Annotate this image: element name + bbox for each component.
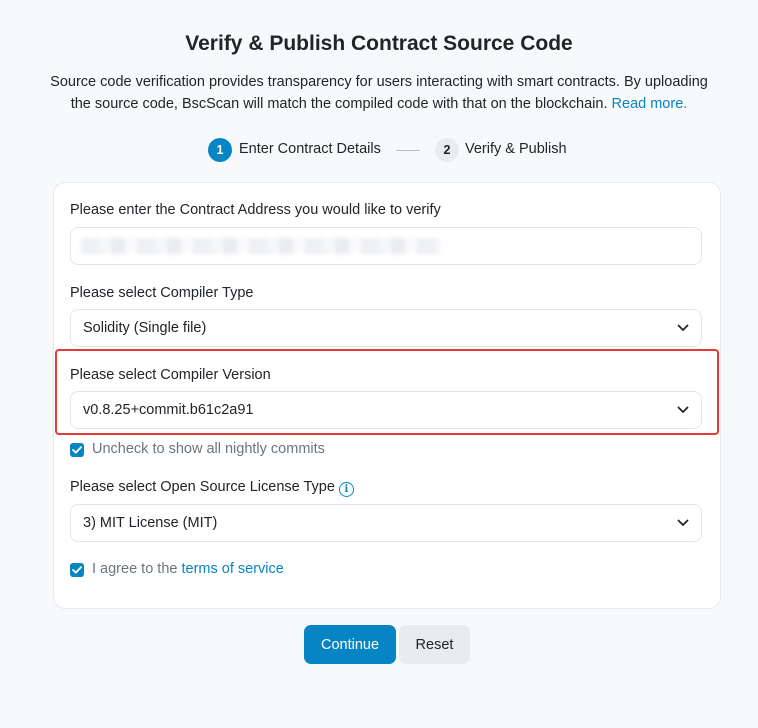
license-label: Please select Open Source License Type i bbox=[70, 479, 354, 497]
continue-button[interactable]: Continue bbox=[304, 625, 396, 664]
read-more-link[interactable]: Read more. bbox=[612, 96, 688, 112]
nightly-checkbox[interactable] bbox=[70, 443, 84, 457]
license-type-select[interactable]: 3) MIT License (MIT) bbox=[70, 504, 702, 542]
agree-terms-label: I agree to the terms of service bbox=[92, 561, 284, 577]
nightly-checkbox-label: Uncheck to show all nightly commits bbox=[92, 441, 325, 457]
step-2-number: 2 bbox=[435, 138, 459, 162]
step-2-label: Verify & Publish bbox=[465, 141, 567, 157]
reset-button[interactable]: Reset bbox=[399, 625, 470, 664]
verify-form-card: Please enter the Contract Address you wo… bbox=[53, 182, 721, 609]
step-1-label: Enter Contract Details bbox=[239, 141, 381, 157]
checkmark-icon bbox=[72, 566, 82, 574]
redacted-address bbox=[81, 238, 441, 254]
compiler-version-value: v0.8.25+commit.b61c2a91 bbox=[83, 402, 254, 418]
contract-address-input[interactable] bbox=[70, 227, 702, 265]
stepper: 1 Enter Contract Details 2 Verify & Publ… bbox=[0, 138, 758, 162]
info-icon[interactable]: i bbox=[338, 482, 354, 497]
step-divider bbox=[396, 150, 420, 151]
agree-terms-checkbox[interactable] bbox=[70, 563, 84, 577]
compiler-type-label: Please select Compiler Type bbox=[70, 285, 254, 301]
license-type-value: 3) MIT License (MIT) bbox=[83, 515, 218, 531]
license-label-text: Please select Open Source License Type bbox=[70, 479, 335, 495]
description-text: Source code verification provides transp… bbox=[50, 74, 708, 112]
address-label: Please enter the Contract Address you wo… bbox=[70, 202, 441, 218]
page-description: Source code verification provides transp… bbox=[40, 71, 718, 115]
compiler-version-label: Please select Compiler Version bbox=[70, 367, 271, 383]
compiler-type-value: Solidity (Single file) bbox=[83, 320, 207, 336]
compiler-version-select[interactable]: v0.8.25+commit.b61c2a91 bbox=[70, 391, 702, 429]
checkmark-icon bbox=[72, 446, 82, 454]
compiler-type-select[interactable]: Solidity (Single file) bbox=[70, 309, 702, 347]
step-1-number: 1 bbox=[208, 138, 232, 162]
chevron-down-icon bbox=[677, 324, 689, 331]
agree-prefix: I agree to the bbox=[92, 561, 178, 577]
chevron-down-icon bbox=[677, 406, 689, 413]
chevron-down-icon bbox=[677, 519, 689, 526]
page-title: Verify & Publish Contract Source Code bbox=[185, 32, 573, 55]
terms-of-service-link[interactable]: terms of service bbox=[181, 561, 283, 577]
